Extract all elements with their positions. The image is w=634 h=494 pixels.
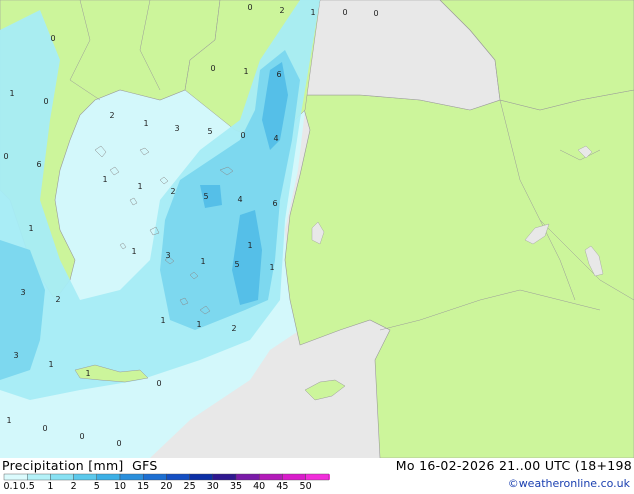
value-label: 3 (13, 351, 18, 360)
scale-swatch (119, 473, 144, 481)
color-scale-svg: 0.1 0.5 1 2 5 10 15 20 25 30 35 40 45 50 (3, 473, 339, 492)
value-label: 1 (310, 8, 315, 17)
value-label: 1 (85, 369, 90, 378)
scale-swatch (166, 473, 190, 481)
value-label: 0 (156, 379, 161, 388)
scale-tick-label: 10 (114, 481, 126, 490)
value-label: 5 (203, 192, 208, 201)
value-label: 2 (170, 187, 175, 196)
value-label: 0 (116, 439, 121, 448)
value-label: 1 (102, 175, 107, 184)
value-label: 1 (9, 89, 14, 98)
scale-tick-label: 20 (160, 481, 172, 490)
scale-swatch (50, 473, 74, 481)
color-scale: 0.1 0.5 1 2 5 10 15 20 25 30 35 40 45 50 (0, 473, 339, 492)
value-label: 1 (269, 263, 274, 272)
value-label: 0 (342, 8, 347, 17)
value-label: 2 (55, 295, 60, 304)
product-title: Precipitation [mm] GFS (2, 458, 158, 473)
value-label: 2 (231, 324, 236, 333)
scale-swatch (235, 473, 260, 481)
scale-tick-label: 35 (230, 481, 242, 490)
model-name: GFS (132, 458, 158, 473)
value-label: 0 (43, 97, 48, 106)
value-label: 4 (273, 134, 278, 143)
scale-tick-label: 0.5 (20, 481, 35, 490)
scale-swatch (305, 473, 330, 481)
value-label: 0 (3, 152, 8, 161)
scale-swatch (27, 473, 51, 481)
scale-tick-label: 30 (207, 481, 219, 490)
scale-swatch (142, 473, 167, 481)
value-label: 1 (48, 360, 53, 369)
scale-swatch (3, 473, 28, 481)
value-label: 6 (276, 70, 281, 79)
scale-tick-label: 15 (137, 481, 149, 490)
value-label: 1 (6, 416, 11, 425)
scale-tick-label: 1 (47, 481, 53, 490)
value-label: 3 (174, 124, 179, 133)
scale-swatch (259, 473, 283, 481)
scale-tick-label: 5 (94, 481, 100, 490)
value-label: 1 (160, 316, 165, 325)
scale-swatch (212, 473, 237, 481)
scale-tick-label: 0.1 (3, 481, 18, 490)
value-label: 0 (210, 64, 215, 73)
value-label: 0 (247, 3, 252, 12)
value-label: 1 (137, 182, 142, 191)
value-label: 1 (143, 119, 148, 128)
value-label: 1 (131, 247, 136, 256)
value-label: 0 (79, 432, 84, 441)
precipitation-map: 0 2 1 0 0 0 0 1 6 1 0 2 1 3 5 0 4 0 6 1 … (0, 0, 634, 458)
value-label: 6 (272, 199, 277, 208)
value-label: 6 (36, 160, 41, 169)
value-label: 5 (234, 260, 239, 269)
credit-link[interactable]: ©weatheronline.co.uk (508, 477, 630, 490)
scale-tick-label: 40 (253, 481, 265, 490)
value-label: 3 (20, 288, 25, 297)
product-name: Precipitation [mm] (2, 458, 124, 473)
forecast-datetime: Mo 16-02-2026 21..00 UTC (18+198 (395, 458, 632, 473)
value-label: 5 (207, 127, 212, 136)
map-canvas: 0 2 1 0 0 0 0 1 6 1 0 2 1 3 5 0 4 0 6 1 … (0, 0, 634, 458)
scale-swatch (189, 473, 214, 481)
value-label: 4 (237, 195, 242, 204)
scale-tick-label: 50 (300, 481, 312, 490)
value-label: 1 (247, 241, 252, 250)
scale-swatch (96, 473, 121, 481)
scale-tick-label: 45 (276, 481, 288, 490)
scale-swatch (282, 473, 306, 481)
legend-bar: Precipitation [mm] GFS Mo 16-02-2026 21.… (0, 458, 634, 492)
scale-swatch (73, 473, 97, 481)
value-label: 2 (279, 6, 284, 15)
value-label: 1 (243, 67, 248, 76)
value-label: 3 (165, 251, 170, 260)
scale-arrow (328, 474, 339, 480)
value-label: 1 (28, 224, 33, 233)
value-label: 0 (50, 34, 55, 43)
value-label: 0 (240, 131, 245, 140)
value-label: 1 (200, 257, 205, 266)
scale-tick-label: 25 (184, 481, 196, 490)
scale-tick-label: 2 (71, 481, 77, 490)
value-label: 2 (109, 111, 114, 120)
value-label: 0 (42, 424, 47, 433)
value-label: 1 (196, 320, 201, 329)
value-label: 0 (373, 9, 378, 18)
